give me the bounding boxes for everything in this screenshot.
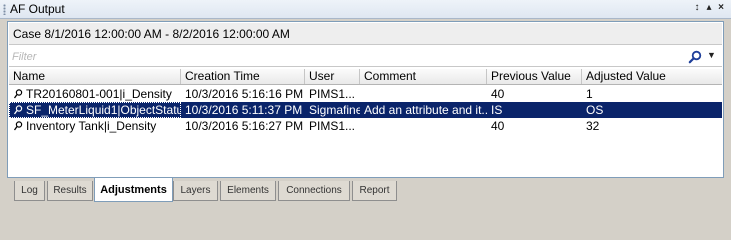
tab-adjustments[interactable]: Adjustments [94,178,173,202]
output-tabs: Log Results Adjustments Layers Elements … [7,178,724,204]
column-header-creation-time[interactable]: Creation Time [181,69,305,84]
cell-name: TR20160801-001|i_Density [9,86,181,102]
cell-previous-value: 40 [491,119,505,133]
case-bar: Case 8/1/2016 12:00:00 AM - 8/2/2016 12:… [9,23,722,45]
tab-connections[interactable]: Connections [278,181,350,201]
dropdown-arrow-icon[interactable]: ▼ [707,50,716,60]
table-row[interactable]: TR20160801-001|i_Density 10/3/2016 5:16:… [9,86,722,102]
tab-results[interactable]: Results [47,181,93,201]
filter-input[interactable] [12,49,682,64]
column-header-name[interactable]: Name [9,69,181,84]
tab-elements[interactable]: Elements [220,181,276,201]
menu-arrow-icon[interactable]: ▴ [703,2,715,13]
cell-creation-time: 10/3/2016 5:16:16 PM [185,87,304,101]
tab-log[interactable]: Log [14,181,45,201]
cell-name: SF_MeterLiquid1|ObjectStatus [9,102,181,118]
filter-bar: ▼ [9,47,722,67]
cell-adjusted-value: OS [586,103,604,117]
cell-creation-time: 10/3/2016 5:11:37 PM [185,103,303,117]
cell-comment [360,86,487,102]
attribute-icon [13,89,23,99]
column-header-comment[interactable]: Comment [360,69,487,84]
cell-comment [360,118,487,134]
tab-layers[interactable]: Layers [173,181,218,201]
cell-previous-value: 40 [491,87,505,101]
search-icon[interactable] [688,50,702,64]
cell-previous-value: IS [491,103,503,117]
column-header-user[interactable]: User [305,69,360,84]
output-panel: Case 8/1/2016 12:00:00 AM - 8/2/2016 12:… [7,21,724,178]
pin-icon[interactable]: ↕ [691,2,703,13]
attribute-icon [13,105,23,115]
column-header-previous-value[interactable]: Previous Value [487,69,582,84]
column-header-adjusted-value[interactable]: Adjusted Value [582,69,722,84]
title-bar: AF Output ↕ ▴ × [0,0,731,19]
cell-comment: Add an attribute and it... [364,103,487,117]
tab-report[interactable]: Report [352,181,397,201]
row-name: SF_MeterLiquid1|ObjectStatus [26,103,181,117]
cell-creation-time: 10/3/2016 5:16:27 PM [185,119,304,133]
window-title: AF Output [10,2,65,16]
cell-user: PIMS1... [309,87,356,101]
close-icon[interactable]: × [715,2,727,13]
grip-icon[interactable] [3,4,6,15]
row-name: TR20160801-001|i_Density [26,87,172,101]
cell-name: Inventory Tank|i_Density [9,118,181,134]
row-name: Inventory Tank|i_Density [26,119,157,133]
table-row[interactable]: Inventory Tank|i_Density 10/3/2016 5:16:… [9,118,722,134]
cell-user: PIMS1... [309,119,356,133]
cell-adjusted-value: 32 [586,119,600,133]
attribute-icon [13,121,23,131]
cell-adjusted-value: 1 [586,87,593,101]
case-range: Case 8/1/2016 12:00:00 AM - 8/2/2016 12:… [13,27,290,41]
table-header: Name Creation Time User Comment Previous… [9,69,722,85]
table-row-selected[interactable]: SF_MeterLiquid1|ObjectStatus 10/3/2016 5… [9,102,722,118]
cell-user: Sigmafine [309,103,360,117]
